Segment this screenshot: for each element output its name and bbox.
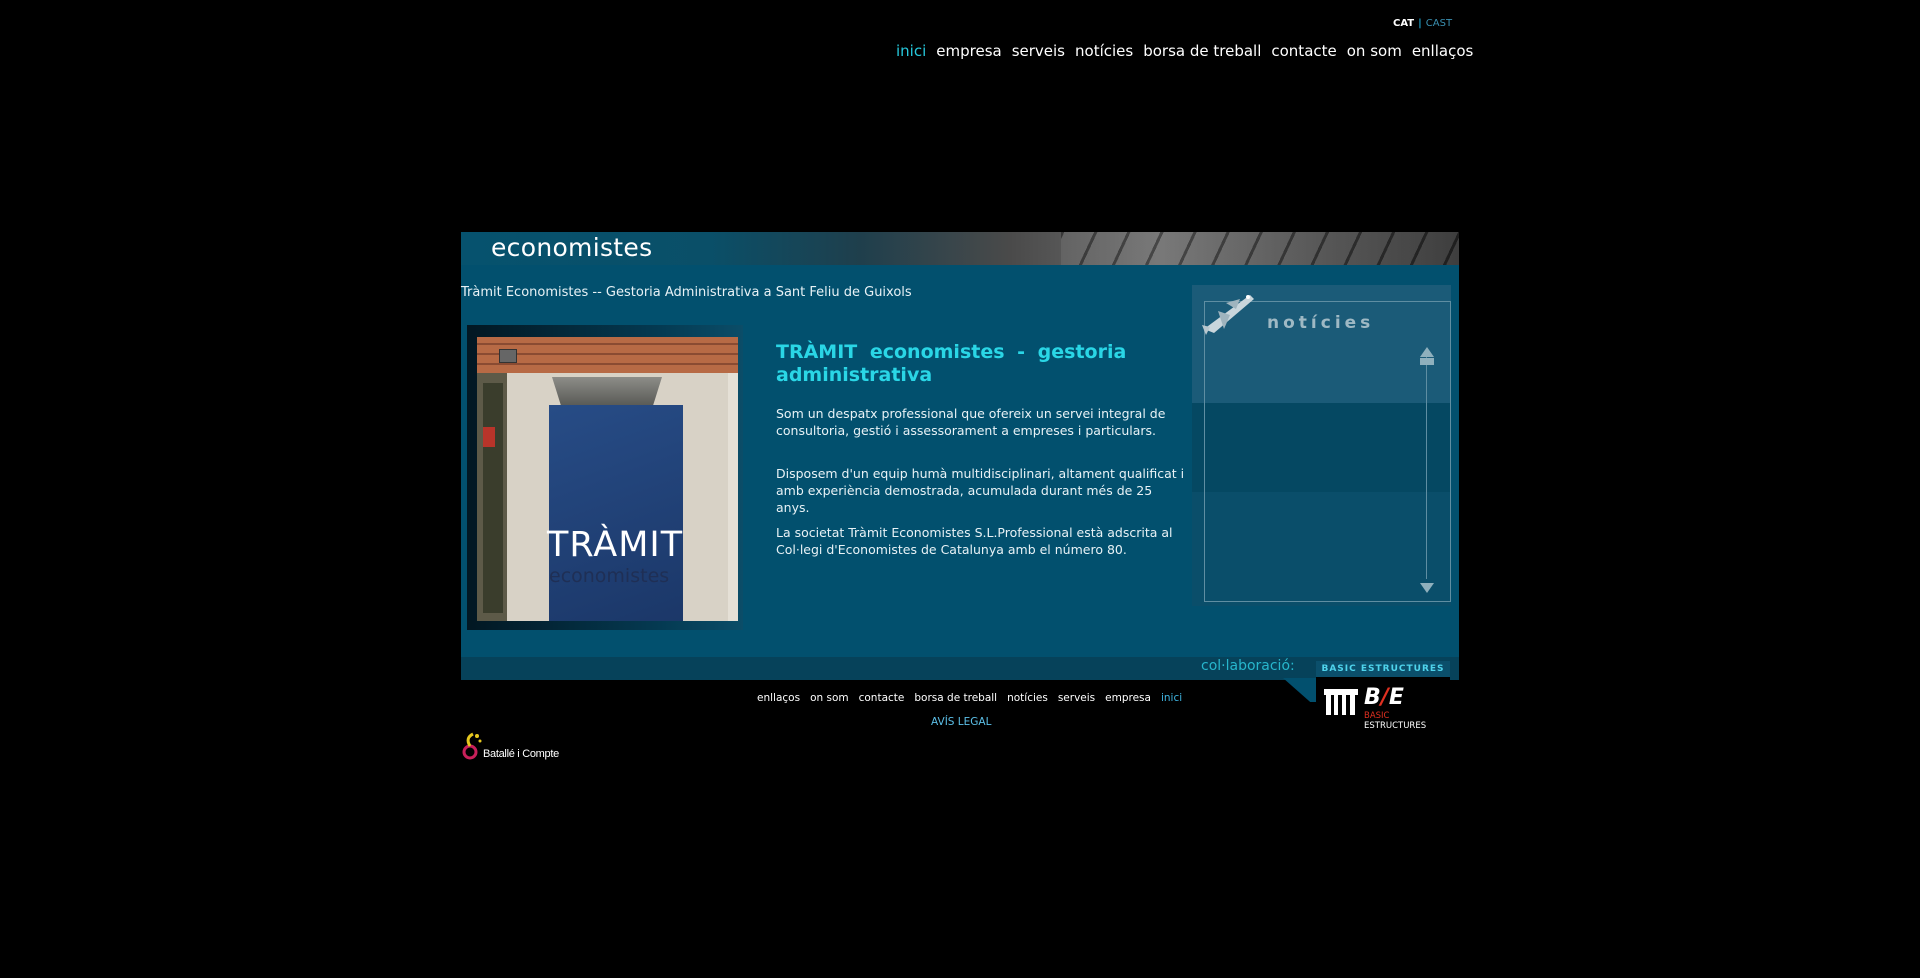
partner-brand-slash: /: [1380, 685, 1389, 710]
photo-lamp: [552, 377, 662, 405]
partner-logo-top: BASIC ESTRUCTURES: [1316, 661, 1450, 677]
page-subtitle: Tràmit Economistes -- Gestoria Administr…: [461, 285, 912, 300]
photo-sign-board: [549, 405, 683, 621]
top-nav-on-som[interactable]: on som: [1347, 42, 1402, 60]
news-box: notícies: [1192, 285, 1451, 606]
footer-nav-inici[interactable]: inici: [1161, 692, 1182, 704]
photo-fixture: [499, 349, 517, 363]
footer-nav-empresa[interactable]: empresa: [1105, 692, 1151, 704]
top-nav: inici empresa serveis notícies borsa de …: [896, 42, 1473, 60]
collaboration-label: col·laboració:: [1201, 658, 1295, 674]
top-nav-serveis[interactable]: serveis: [1012, 42, 1065, 60]
language-switch: CAT | CAST: [1393, 18, 1452, 29]
partner-logo-tab: [1283, 678, 1317, 702]
footer-nav-enllacos[interactable]: enllaços: [757, 692, 800, 704]
partner-brand-b: B: [1364, 685, 1381, 710]
photo-sign-word: TRÀMIT: [547, 525, 684, 565]
photo-image: TRÀMIT economistes: [477, 337, 738, 621]
top-nav-inici[interactable]: inici: [896, 42, 926, 60]
footer-nav-contacte[interactable]: contacte: [859, 692, 905, 704]
intro-paragraph-2: Disposem d'un equip humà multidisciplina…: [776, 466, 1185, 515]
collaboration-strip: [461, 657, 1459, 680]
building-icon: [1324, 689, 1358, 715]
intro-content: TRÀMIT economistes - gestoria administra…: [776, 341, 1186, 566]
partner-sub-basic: BASIC: [1364, 711, 1390, 721]
header-banner: economistes: [461, 232, 1459, 265]
photo-wall: [728, 373, 738, 621]
office-sign-photo: TRÀMIT economistes: [467, 325, 743, 630]
banner-texture: [1061, 232, 1459, 265]
intro-paragraph-3: La societat Tràmit Economistes S.L.Profe…: [776, 525, 1173, 557]
lang-cat-link[interactable]: CAT: [1393, 18, 1414, 29]
partner-logo-subtitle: BASIC ESTRUCTURES: [1364, 711, 1450, 731]
news-title: notícies: [1267, 313, 1375, 333]
photo-door: [477, 373, 507, 621]
footer-nav-noticies[interactable]: notícies: [1007, 692, 1048, 704]
top-nav-enllacos[interactable]: enllaços: [1412, 42, 1474, 60]
intro-paragraph-1: Som un despatx professional que ofereix …: [776, 406, 1166, 438]
scroll-thumb[interactable]: [1420, 358, 1434, 365]
news-frame: [1204, 301, 1451, 602]
lang-separator: |: [1418, 18, 1422, 29]
top-nav-borsa[interactable]: borsa de treball: [1143, 42, 1261, 60]
partner-logo-brand: B/E: [1364, 685, 1404, 710]
top-nav-empresa[interactable]: empresa: [936, 42, 1001, 60]
top-nav-contacte[interactable]: contacte: [1271, 42, 1336, 60]
top-nav-noticies[interactable]: notícies: [1075, 42, 1133, 60]
main-panel: Tràmit Economistes -- Gestoria Administr…: [461, 265, 1459, 680]
partner-logo-basic-estructures[interactable]: BASIC ESTRUCTURES B/E BASIC ESTRUCTURES: [1316, 661, 1450, 731]
footer-nav-serveis[interactable]: serveis: [1058, 692, 1095, 704]
airplane-icon: [1202, 295, 1254, 335]
designer-name: Batallé i Compte: [483, 748, 559, 760]
footer-nav-borsa[interactable]: borsa de treball: [914, 692, 997, 704]
photo-sign-sub: economistes: [549, 565, 670, 587]
partner-brand-e: E: [1388, 685, 1404, 710]
photo-red-sign: [483, 427, 495, 447]
legal-notice-link[interactable]: AVÍS LEGAL: [931, 716, 991, 728]
intro-heading: TRÀMIT economistes - gestoria administra…: [776, 341, 1127, 386]
footer-nav: enllaços on som contacte borsa de trebal…: [757, 692, 1182, 704]
partner-sub-estructures: ESTRUCTURES: [1364, 721, 1427, 731]
designer-logo[interactable]: Batallé i Compte: [461, 730, 561, 766]
footer-nav-on-som[interactable]: on som: [810, 692, 849, 704]
lang-cast-link[interactable]: CAST: [1426, 18, 1452, 29]
scroll-down-icon[interactable]: [1420, 583, 1434, 593]
scroll-up-icon[interactable]: [1420, 347, 1434, 357]
designer-mark-icon: [462, 732, 482, 760]
banner-logo-word: economistes: [491, 233, 653, 262]
news-scroll-track[interactable]: [1426, 357, 1427, 579]
